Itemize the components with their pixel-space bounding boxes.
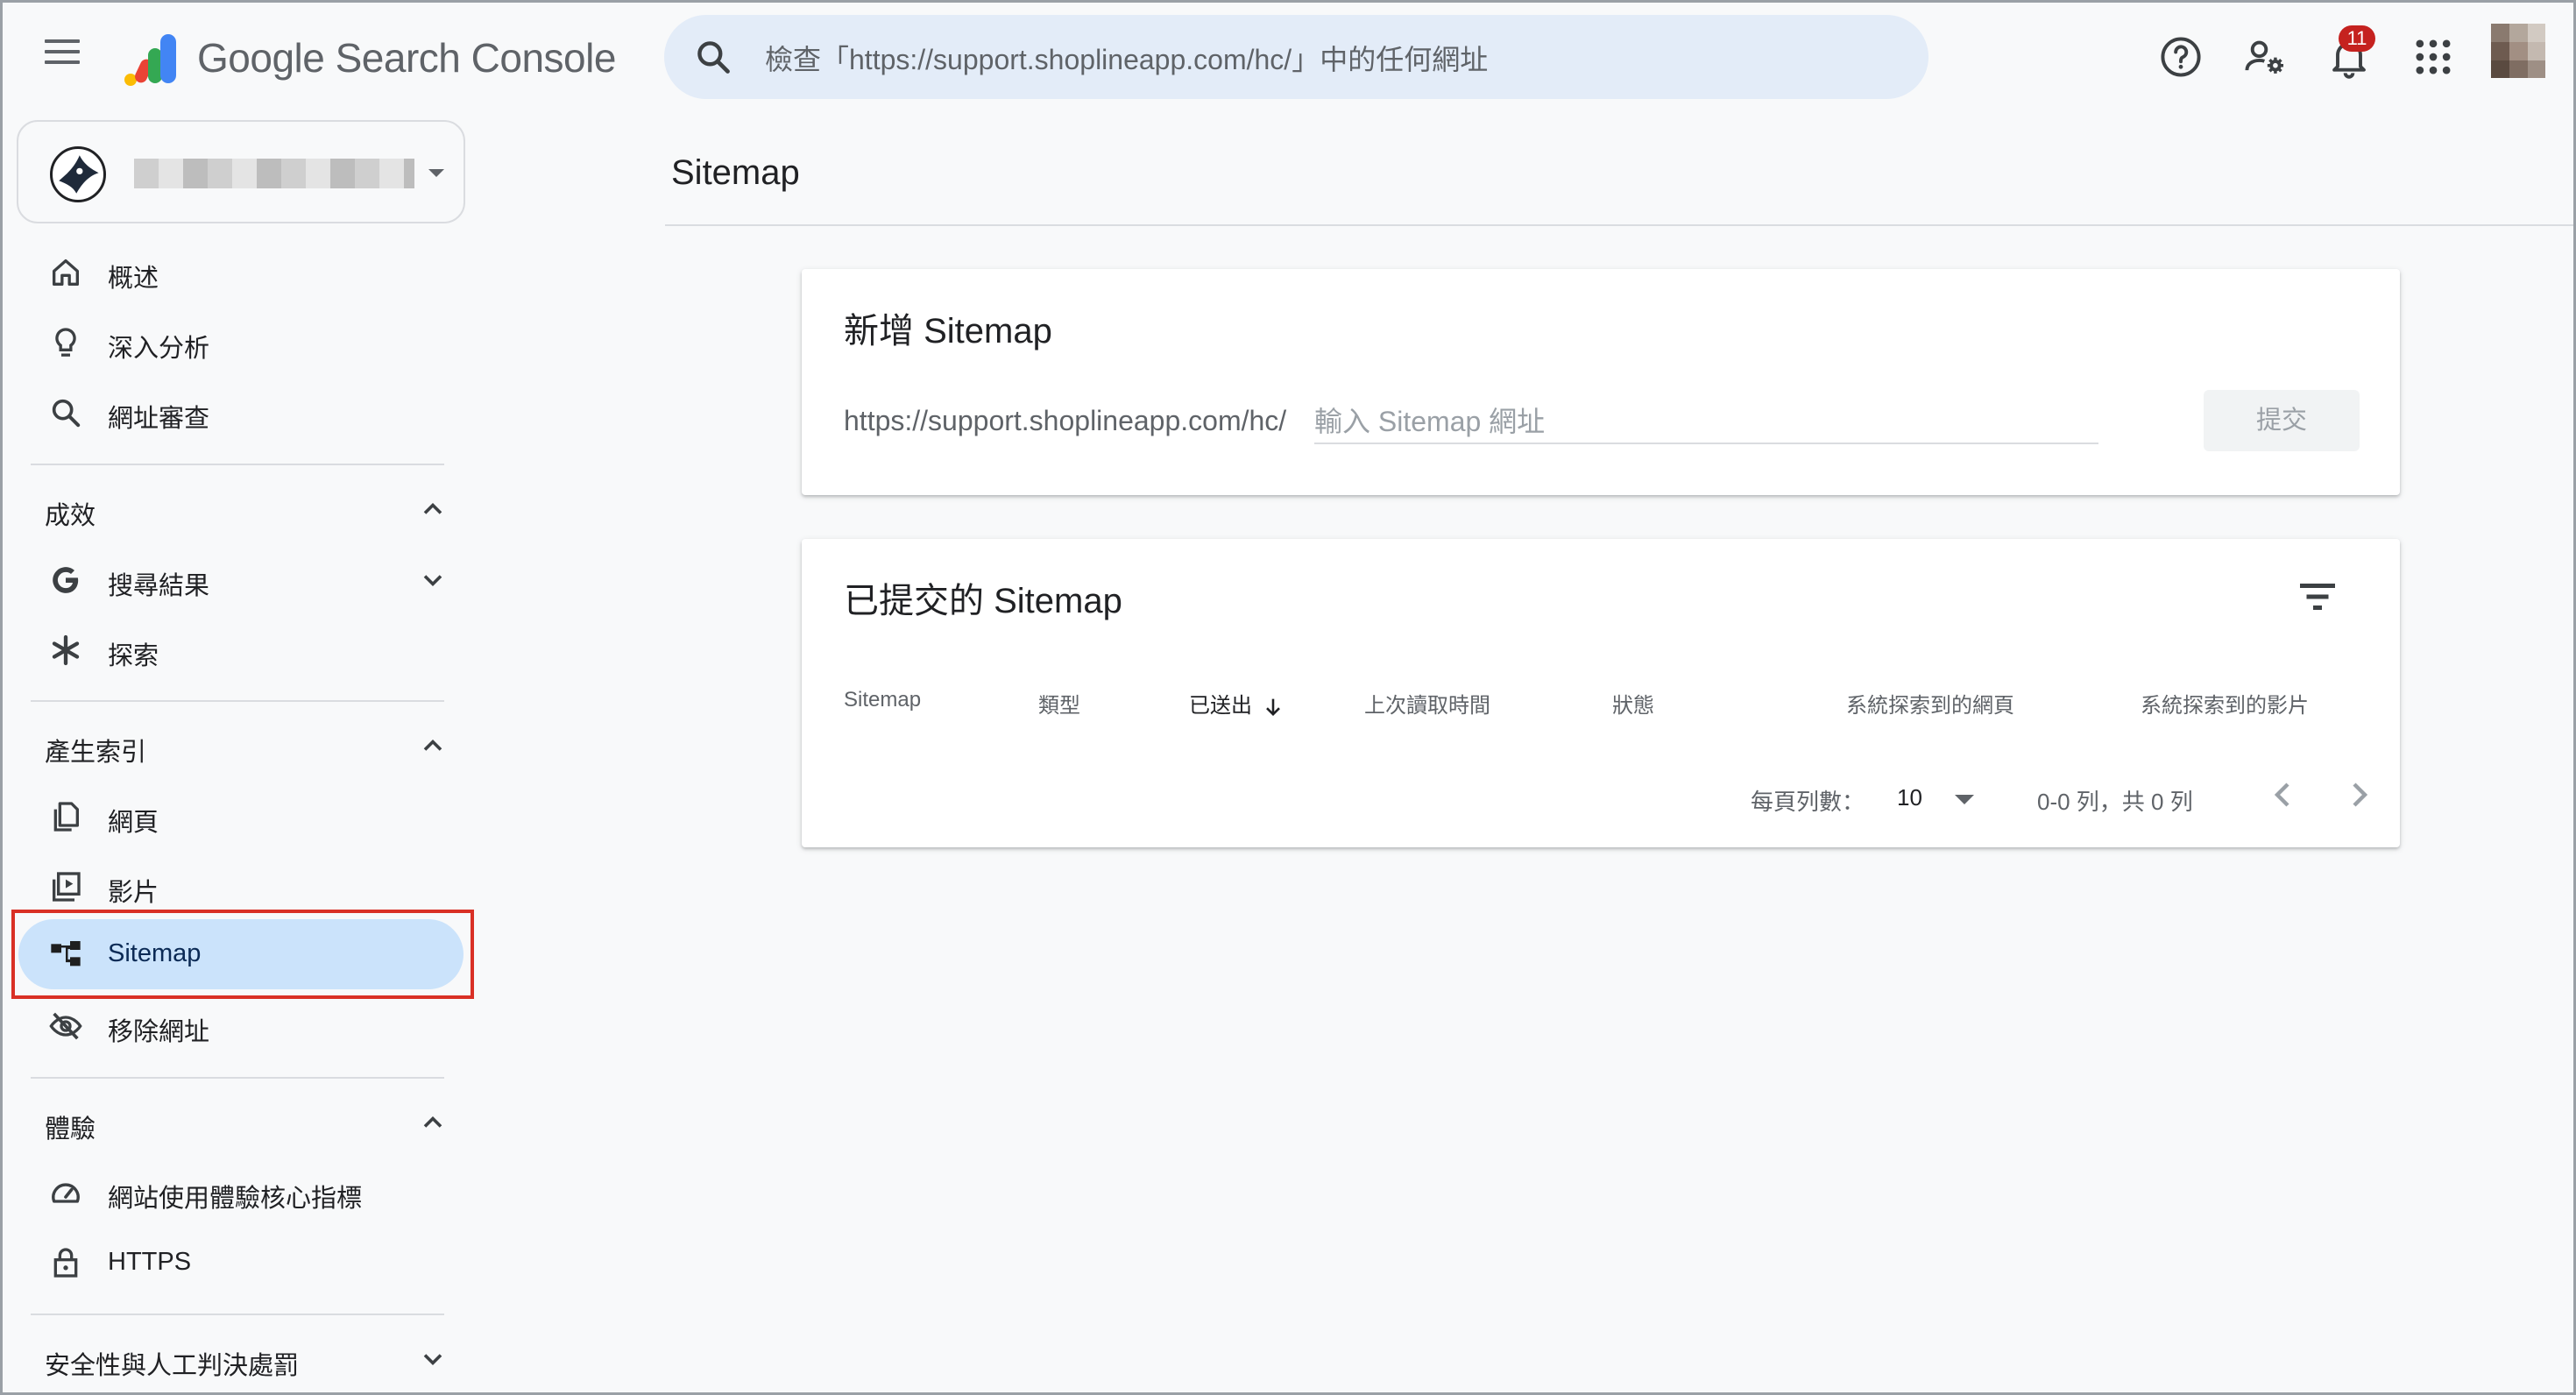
sidebar-item-label: 網頁 (108, 809, 159, 837)
sidebar-item-label: 網址審查 (108, 405, 210, 433)
url-inspection-search[interactable]: 檢查「https://support.shoplineapp.com/hc/」中… (664, 15, 1928, 99)
help-icon[interactable] (2158, 34, 2204, 80)
sidebar-item-sitemaps[interactable]: Sitemap (18, 919, 464, 989)
pages-icon (48, 799, 83, 834)
property-name-redacted (134, 159, 414, 188)
chevron-down-icon[interactable] (417, 564, 449, 596)
video-icon (48, 869, 83, 904)
arrow-down-icon (1266, 698, 1280, 716)
column-header-discovered-videos[interactable]: 系統探索到的影片 (2141, 688, 2309, 719)
search-console-logo-icon (124, 34, 176, 86)
sidebar-item-discover[interactable]: 探索 (18, 615, 465, 685)
rows-per-page-value: 10 (1897, 784, 1922, 811)
sidebar-divider (31, 464, 444, 465)
chevron-up-icon (423, 739, 442, 751)
sidebar-item-label: 探索 (108, 642, 159, 670)
page-title: Sitemap (671, 153, 800, 192)
sitemap-icon (48, 937, 83, 972)
sidebar-item-search-results[interactable]: 搜尋結果 (18, 545, 465, 615)
search-input[interactable]: 檢查「https://support.shoplineapp.com/hc/」中… (765, 38, 1488, 78)
top-app-bar: Google Search Console 檢查「https://support… (3, 3, 2573, 115)
notification-count-badge: 11 (2339, 25, 2375, 52)
sidebar-item-overview[interactable]: 概述 (18, 237, 465, 308)
column-header-sitemap[interactable]: Sitemap (844, 688, 921, 712)
add-sitemap-card: 新增 Sitemap https://support.shoplineapp.c… (802, 269, 2400, 495)
sidebar-divider (31, 1314, 444, 1315)
sidebar-item-url-inspection[interactable]: 網址審查 (18, 378, 465, 448)
user-settings-icon[interactable] (2242, 34, 2288, 80)
sidebar-item-videos[interactable]: 影片 (18, 852, 465, 922)
column-header-label: 已送出 (1189, 694, 1252, 718)
app-window: Google Search Console 檢查「https://support… (0, 0, 2576, 1395)
sidebar-item-label: 深入分析 (108, 335, 210, 363)
card-title: 新增 Sitemap (844, 312, 1052, 351)
sidebar-item-https[interactable]: HTTPS (18, 1228, 465, 1298)
main-menu-icon[interactable] (45, 39, 80, 74)
sidebar-item-label: 影片 (108, 879, 159, 907)
sidebar-item-label: 搜尋結果 (108, 572, 210, 600)
section-label: 產生索引 (45, 739, 147, 767)
column-header-last-read[interactable]: 上次讀取時間 (1364, 688, 1490, 719)
rows-per-page-label: 每頁列數： (1751, 789, 1865, 815)
sidebar-item-core-web-vitals[interactable]: 網站使用體驗核心指標 (18, 1158, 465, 1228)
chevron-down-icon (423, 1354, 442, 1366)
section-label: 成效 (45, 502, 96, 530)
dropdown-caret-icon (1955, 795, 1974, 804)
column-header-status[interactable]: 狀態 (1612, 688, 1654, 719)
sitemap-url-prefix: https://support.shoplineapp.com/hc/ (844, 405, 1287, 436)
google-g-icon (48, 563, 83, 598)
lock-icon (48, 1245, 83, 1280)
sidebar-section-security[interactable]: 安全性與人工判決處罰 (18, 1328, 465, 1391)
chevron-up-icon (423, 502, 442, 514)
chevron-left-icon[interactable] (2261, 774, 2304, 816)
chevron-up-icon (423, 1115, 442, 1128)
sidebar-item-removals[interactable]: 移除網址 (18, 991, 465, 1061)
column-header-submitted[interactable]: 已送出 (1189, 688, 1285, 719)
filter-icon[interactable] (2291, 570, 2344, 623)
apps-grid-icon[interactable] (2410, 34, 2456, 80)
lightbulb-icon (48, 325, 83, 360)
rows-per-page-select[interactable]: 10 (1897, 775, 1983, 819)
dropdown-caret-icon (428, 169, 444, 177)
pagination-range: 0-0 列，共 0 列 (2037, 789, 2193, 815)
eye-off-icon (48, 1009, 83, 1044)
column-header-discovered-pages[interactable]: 系統探索到的網頁 (1846, 688, 2014, 719)
account-avatar[interactable] (2491, 24, 2545, 78)
search-icon[interactable] (694, 38, 732, 76)
sidebar-section-performance[interactable]: 成效 (18, 478, 465, 541)
sidebar-section-indexing[interactable]: 產生索引 (18, 714, 465, 777)
sidebar-item-label: 移除網址 (108, 1018, 210, 1046)
chevron-right-icon[interactable] (2339, 774, 2381, 816)
header-divider (665, 224, 2573, 226)
sidebar-item-label: Sitemap (108, 939, 202, 967)
column-header-type[interactable]: 類型 (1038, 688, 1080, 719)
sidebar-divider (31, 700, 444, 702)
asterisk-icon (48, 633, 83, 668)
sidebar-item-label: 網站使用體驗核心指標 (108, 1185, 363, 1213)
sidebar-item-pages[interactable]: 網頁 (18, 782, 465, 852)
submitted-sitemaps-card: 已提交的 Sitemap Sitemap 類型 已送出 上次讀取時間 狀態 系統… (802, 539, 2400, 847)
section-label: 安全性與人工判決處罰 (45, 1352, 300, 1380)
sidebar-item-label: 概述 (108, 265, 159, 293)
section-label: 體驗 (45, 1115, 96, 1144)
search-icon (48, 395, 83, 430)
property-favicon (50, 146, 106, 202)
sidebar-divider (31, 1077, 444, 1079)
submit-button[interactable]: 提交 (2204, 390, 2360, 451)
property-selector[interactable] (17, 120, 465, 223)
home-icon (48, 255, 83, 290)
product-name[interactable]: Google Search Console (197, 34, 616, 81)
sidebar-section-experience[interactable]: 體驗 (18, 1091, 465, 1154)
gauge-icon (48, 1175, 83, 1210)
sidebar-item-insights[interactable]: 深入分析 (18, 308, 465, 378)
sitemap-url-input[interactable] (1314, 400, 2098, 444)
sidebar-item-label: HTTPS (108, 1248, 192, 1276)
card-title: 已提交的 Sitemap (844, 582, 1122, 620)
